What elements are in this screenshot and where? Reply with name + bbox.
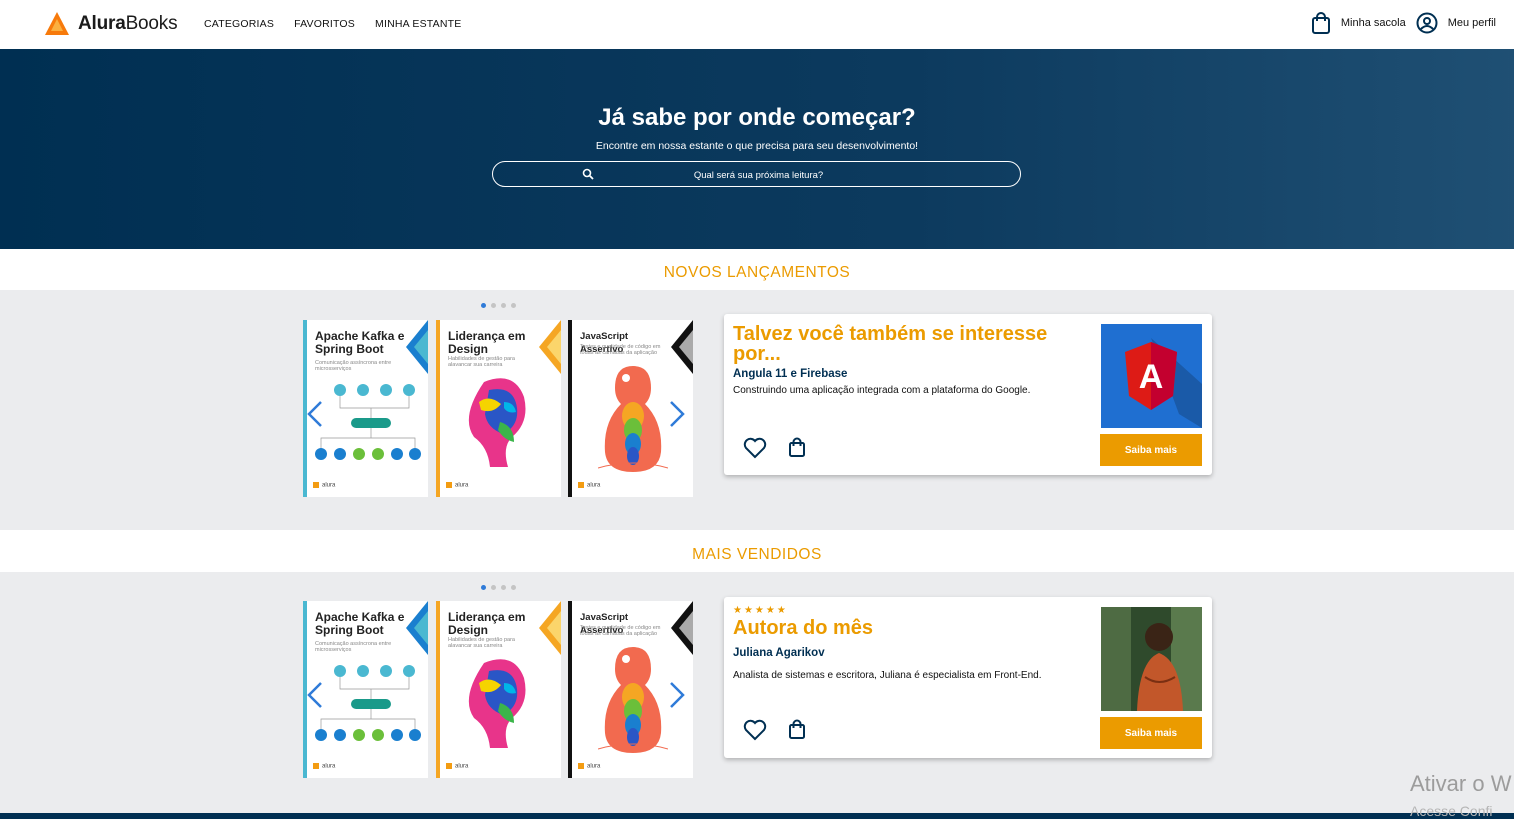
carousel-dot[interactable] [491, 303, 496, 308]
section-band-mais-vendidos: Apache Kafka e Spring Boot Comunicação a… [0, 572, 1514, 813]
matryoshka-illustration [598, 647, 668, 753]
book-subtitle: Comunicação assíncrona entre microsservi… [315, 360, 392, 372]
book-footer: alura [578, 763, 600, 770]
book-title: Apache Kafka e Spring Boot [315, 610, 405, 637]
book-footer: alura [578, 482, 600, 489]
logo-icon [45, 12, 69, 35]
cover-chevron-icon [406, 320, 428, 374]
book-description: Construindo uma aplicação integrada com … [733, 385, 1031, 396]
hero-banner: Já sabe por onde começar? Encontre em no… [0, 49, 1514, 249]
book-footer: alura [446, 763, 468, 770]
book-footer: alura [313, 482, 335, 489]
search-box [492, 161, 1024, 188]
saiba-mais-button[interactable]: Saiba mais [1100, 434, 1202, 466]
book-subtitle: Habilidades de gestão para alavancar sua… [448, 637, 515, 649]
recommendation-card: Talvez você também se interesse por... A… [724, 314, 1212, 475]
bag-label: Minha sacola [1340, 17, 1406, 29]
book-carousel: Apache Kafka e Spring Boot Comunicação a… [303, 320, 693, 497]
windows-activation-watermark: Ativar o W [1410, 771, 1512, 796]
header-actions: Minha sacola Meu perfil [1301, 12, 1496, 34]
saiba-mais-button[interactable]: Saiba mais [1100, 717, 1202, 749]
hero-subtitle: Encontre em nossa estante o que precisa … [595, 140, 919, 152]
author-of-month-card: ★★★★★ Autora do mês Juliana Agarikov Ana… [724, 597, 1212, 758]
book-footer: alura [313, 763, 335, 770]
card-title: Autora do mês [733, 617, 874, 639]
cover-chevron-icon [671, 320, 693, 374]
bag-button[interactable]: Minha sacola [1311, 12, 1406, 34]
carousel-dot[interactable] [501, 585, 506, 590]
cover-chevron-icon [671, 601, 693, 655]
book-subtitle: Comunicação assíncrona entre microsservi… [315, 641, 392, 653]
carousel-dot[interactable] [501, 303, 506, 308]
alurabooks-logo[interactable]: AluraBooks [44, 11, 178, 37]
favorite-heart-icon[interactable] [743, 719, 767, 741]
book-subtitle: Habilidades de gestão para alavancar sua… [448, 356, 515, 368]
book-cover-lideranca[interactable]: Liderança em Design Habilidades de gestã… [436, 320, 561, 497]
author-photo [1101, 607, 1202, 711]
author-description: Analista de sistemas e escritora, Julian… [733, 670, 1042, 681]
rating-stars: ★★★★★ [733, 605, 788, 616]
section-band-novos-lancamentos: Apache Kafka e Spring Boot Comunicação a… [0, 290, 1514, 530]
matryoshka-illustration [598, 366, 668, 472]
svg-text:A: A [1139, 358, 1164, 396]
diagram-illustration [315, 384, 421, 460]
cover-chevron-icon [539, 320, 561, 374]
search-input[interactable] [493, 162, 1024, 188]
profile-label: Meu perfil [1447, 17, 1496, 29]
carousel-prev-arrow-icon[interactable] [307, 681, 323, 709]
angular-logo-icon: A [1101, 324, 1202, 428]
book-name: Angula 11 e Firebase [733, 368, 848, 380]
nav-item-categorias[interactable]: CATEGORIAS [204, 18, 274, 30]
carousel-dot[interactable] [481, 303, 486, 308]
author-name: Juliana Agarikov [733, 647, 825, 659]
footer-bar [0, 813, 1514, 819]
carousel-next-arrow-icon[interactable] [669, 681, 685, 709]
cover-spine [568, 320, 572, 497]
carousel-dot[interactable] [511, 303, 516, 308]
head-illustration [468, 378, 526, 467]
nav-item-minha-estante[interactable]: MINHA ESTANTE [375, 18, 461, 30]
nav-item-favoritos[interactable]: FAVORITOS [294, 18, 355, 30]
windows-activation-watermark-sub: Acesse Confi [1410, 803, 1493, 819]
top-header: AluraBooks CATEGORIAS FAVORITOS MINHA ES… [0, 0, 1514, 49]
book-title: Liderança em Design [448, 329, 526, 356]
add-to-bag-icon[interactable] [788, 719, 806, 740]
book-title: Apache Kafka e Spring Boot [315, 329, 405, 356]
add-to-bag-icon[interactable] [788, 437, 806, 458]
book-cover-lideranca[interactable]: Liderança em Design Habilidades de gestã… [436, 601, 561, 778]
carousel-dot[interactable] [491, 585, 496, 590]
user-profile-icon [1416, 12, 1438, 34]
carousel-prev-arrow-icon[interactable] [307, 400, 323, 428]
book-title: Liderança em Design [448, 610, 526, 637]
logo-text: AluraBooks [78, 13, 178, 34]
favorite-heart-icon[interactable] [743, 437, 767, 459]
book-subtitle: Testes e qualidade de código em todas as… [580, 625, 661, 637]
carousel-dots [481, 303, 516, 308]
head-illustration [468, 659, 526, 748]
card-title: Talvez você também se interesse por... [733, 323, 1048, 365]
section-title-mais-vendidos: MAIS VENDIDOS [692, 546, 822, 563]
cover-spine [568, 601, 572, 778]
book-footer: alura [446, 482, 468, 489]
cover-spine [436, 601, 440, 778]
profile-button[interactable]: Meu perfil [1416, 12, 1496, 34]
diagram-illustration [315, 665, 421, 741]
main-nav: CATEGORIAS FAVORITOS MINHA ESTANTE [204, 18, 461, 30]
book-carousel: Apache Kafka e Spring Boot Comunicação a… [303, 601, 693, 778]
book-subtitle: Testes e qualidade de código em todas as… [580, 344, 661, 356]
carousel-next-arrow-icon[interactable] [669, 400, 685, 428]
carousel-dot[interactable] [511, 585, 516, 590]
shopping-bag-icon [1311, 12, 1330, 34]
hero-title: Já sabe por onde começar? [598, 104, 916, 131]
section-title-novos-lancamentos: NOVOS LANÇAMENTOS [663, 264, 851, 281]
cover-chevron-icon [539, 601, 561, 655]
cover-spine [436, 320, 440, 497]
carousel-dot[interactable] [481, 585, 486, 590]
carousel-dots [481, 585, 516, 590]
cover-chevron-icon [406, 601, 428, 655]
